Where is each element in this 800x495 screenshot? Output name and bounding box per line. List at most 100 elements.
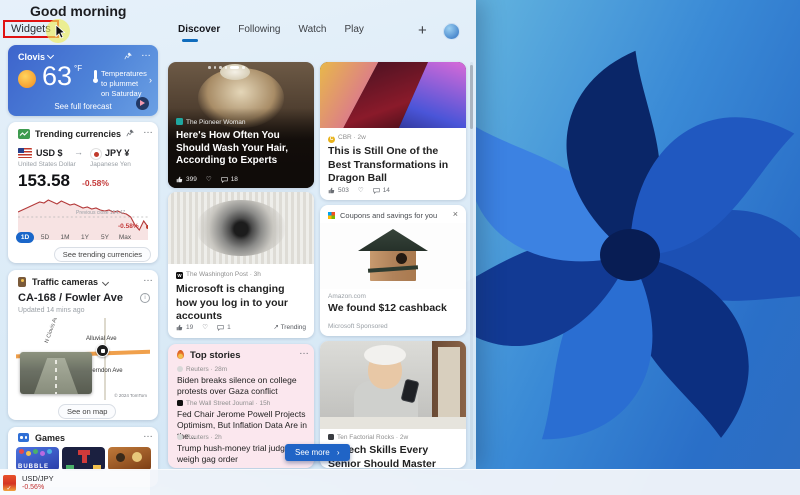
coupons-card[interactable]: Coupons and savings for you × Amazon.com… [320,205,466,336]
comment-icon[interactable] [221,176,228,183]
tab-watch[interactable]: Watch [299,24,327,35]
close-icon[interactable]: × [453,209,458,219]
games-title: Games [35,433,66,443]
source-logo [177,400,183,406]
add-widget-button[interactable]: + [418,22,427,39]
tab-discover[interactable]: Discover [178,24,220,35]
carousel-dots[interactable] [208,66,245,69]
pin-icon[interactable] [124,52,132,60]
weather-alert[interactable]: Temperatures to plummet on Saturday [101,69,147,98]
game-thumb-tetris[interactable] [62,447,105,471]
see-on-map-button[interactable]: See on map [58,404,117,419]
camera-marker[interactable] [96,344,109,357]
game-thumb-arcade[interactable] [108,447,151,471]
article-title[interactable]: This is Still One of the Best Transforma… [328,145,460,186]
weather-unit: °F [74,64,83,73]
info-icon[interactable]: i [140,293,150,303]
heart-icon[interactable]: ♡ [206,175,212,183]
camera-thumbnail[interactable] [20,352,92,394]
feed-scrollbar[interactable] [470,62,473,460]
scrollbar-thumb[interactable] [470,65,473,129]
currency-from-name: United States Dollar [18,161,76,168]
radar-icon[interactable] [136,97,149,110]
range-1d[interactable]: 1D [16,232,34,243]
more-menu-icon[interactable]: … [141,48,152,59]
article-title[interactable]: Here's How Often You Should Wash Your Ha… [176,130,306,168]
range-5d[interactable]: 5D [36,232,54,243]
tab-play[interactable]: Play [344,24,363,35]
traffic-title[interactable]: Traffic cameras [32,277,98,287]
weather-widget[interactable]: Clovis … 63 °F Temperatures to plummet o… [8,45,158,116]
like-count: 503 [338,186,349,194]
merchant-name: Amazon.com [328,293,366,300]
pin-icon[interactable] [126,129,134,137]
tetris-stem [81,455,87,463]
chevron-right-icon[interactable]: › [149,75,152,85]
heart-icon[interactable]: ♡ [358,186,364,194]
news-card-hair[interactable]: The Pioneer Woman Here's How Often You S… [168,62,314,188]
stocks-icon: ✓ [3,475,16,492]
active-tab-underline [182,39,198,42]
more-menu-icon[interactable]: … [143,429,154,440]
games-dot1 [20,436,23,439]
currencies-icon [18,129,30,139]
more-menu-icon[interactable]: … [143,273,154,284]
currency-to-code: JPY ¥ [105,148,130,158]
range-max[interactable]: Max [116,232,134,243]
thumbs-up-icon[interactable] [328,187,335,194]
prev-close-label: Previous close 154.47 [76,210,125,216]
comment-count: 1 [227,323,231,331]
us-flag-canton [18,148,24,153]
updated-timestamp: Updated 14 mins ago [18,307,85,314]
window-pane [438,347,460,417]
see-more-button[interactable]: See more › [285,444,350,461]
taskbar-stock-widget[interactable]: ✓ USD/JPY -0.56% [0,470,150,495]
tab-following[interactable]: Following [238,24,280,35]
news-card-microsoft[interactable]: W The Washington Post · 3h Microsoft is c… [168,192,314,338]
like-count: 19 [186,323,194,331]
japan-flag-sun [93,151,99,157]
traffic-camera-icon [18,277,26,287]
coupon-title[interactable]: We found $12 cashback [328,302,447,314]
more-menu-icon[interactable]: … [143,125,154,136]
stock-change: -0.56% [22,484,45,491]
bubble1 [19,449,24,454]
range-1y[interactable]: 1Y [76,232,94,243]
game-thumb-bubble[interactable]: BUBBLE [16,447,59,471]
marker-dot [100,348,105,353]
mouse-cursor-icon [55,25,66,39]
source-meta[interactable]: The Washington Post · 3h [186,271,261,278]
traffic-widget[interactable]: Traffic cameras … CA-168 / Fowler Ave i … [8,270,158,420]
source-logo: W [176,272,183,279]
chevron-down-icon[interactable] [101,278,110,287]
source-meta[interactable]: CBR · 2w [338,134,366,141]
char2 [132,452,142,462]
story-meta: Reuters · 2h [186,434,222,441]
article-title[interactable]: Microsoft is changing how you log in to … [176,283,308,324]
microsoft-logo-icon [328,212,335,219]
traffic-map[interactable]: Alluvial Ave Herndon Ave N Clovis Ave © … [16,318,150,400]
see-trending-currencies-button[interactable]: See trending currencies [53,247,151,262]
comment-icon[interactable] [373,187,380,194]
more-menu-icon[interactable]: … [299,346,310,357]
thumbs-up-icon[interactable] [176,324,183,331]
story-title[interactable]: Biden breaks silence on college protests… [177,375,307,397]
news-card-dragonball[interactable]: C CBR · 2w This is Still One of the Best … [320,62,466,200]
currencies-widget[interactable]: Trending currencies … USD $ → JPY ¥ Unit… [8,122,158,263]
profile-avatar[interactable] [443,23,460,40]
source-meta[interactable]: Ten Factorial Rocks · 2w [337,434,408,441]
range-1m[interactable]: 1M [56,232,74,243]
japan-flag-icon [90,148,102,160]
chevron-right-icon: › [336,448,340,457]
heart-icon[interactable]: ♡ [202,323,208,331]
range-5y[interactable]: 5Y [96,232,114,243]
thumbs-up-icon[interactable] [176,176,183,183]
camera-location: CA-168 / Fowler Ave [18,292,123,304]
map-label-herndon: Herndon Ave [88,368,123,374]
comment-icon[interactable] [217,324,224,331]
trending-tag[interactable]: Trending [281,324,306,331]
currencies-title: Trending currencies [35,129,122,139]
pagination-dots[interactable] [18,254,48,263]
top-stories-title: Top stories [190,350,241,361]
source-name[interactable]: The Pioneer Woman [186,119,246,126]
